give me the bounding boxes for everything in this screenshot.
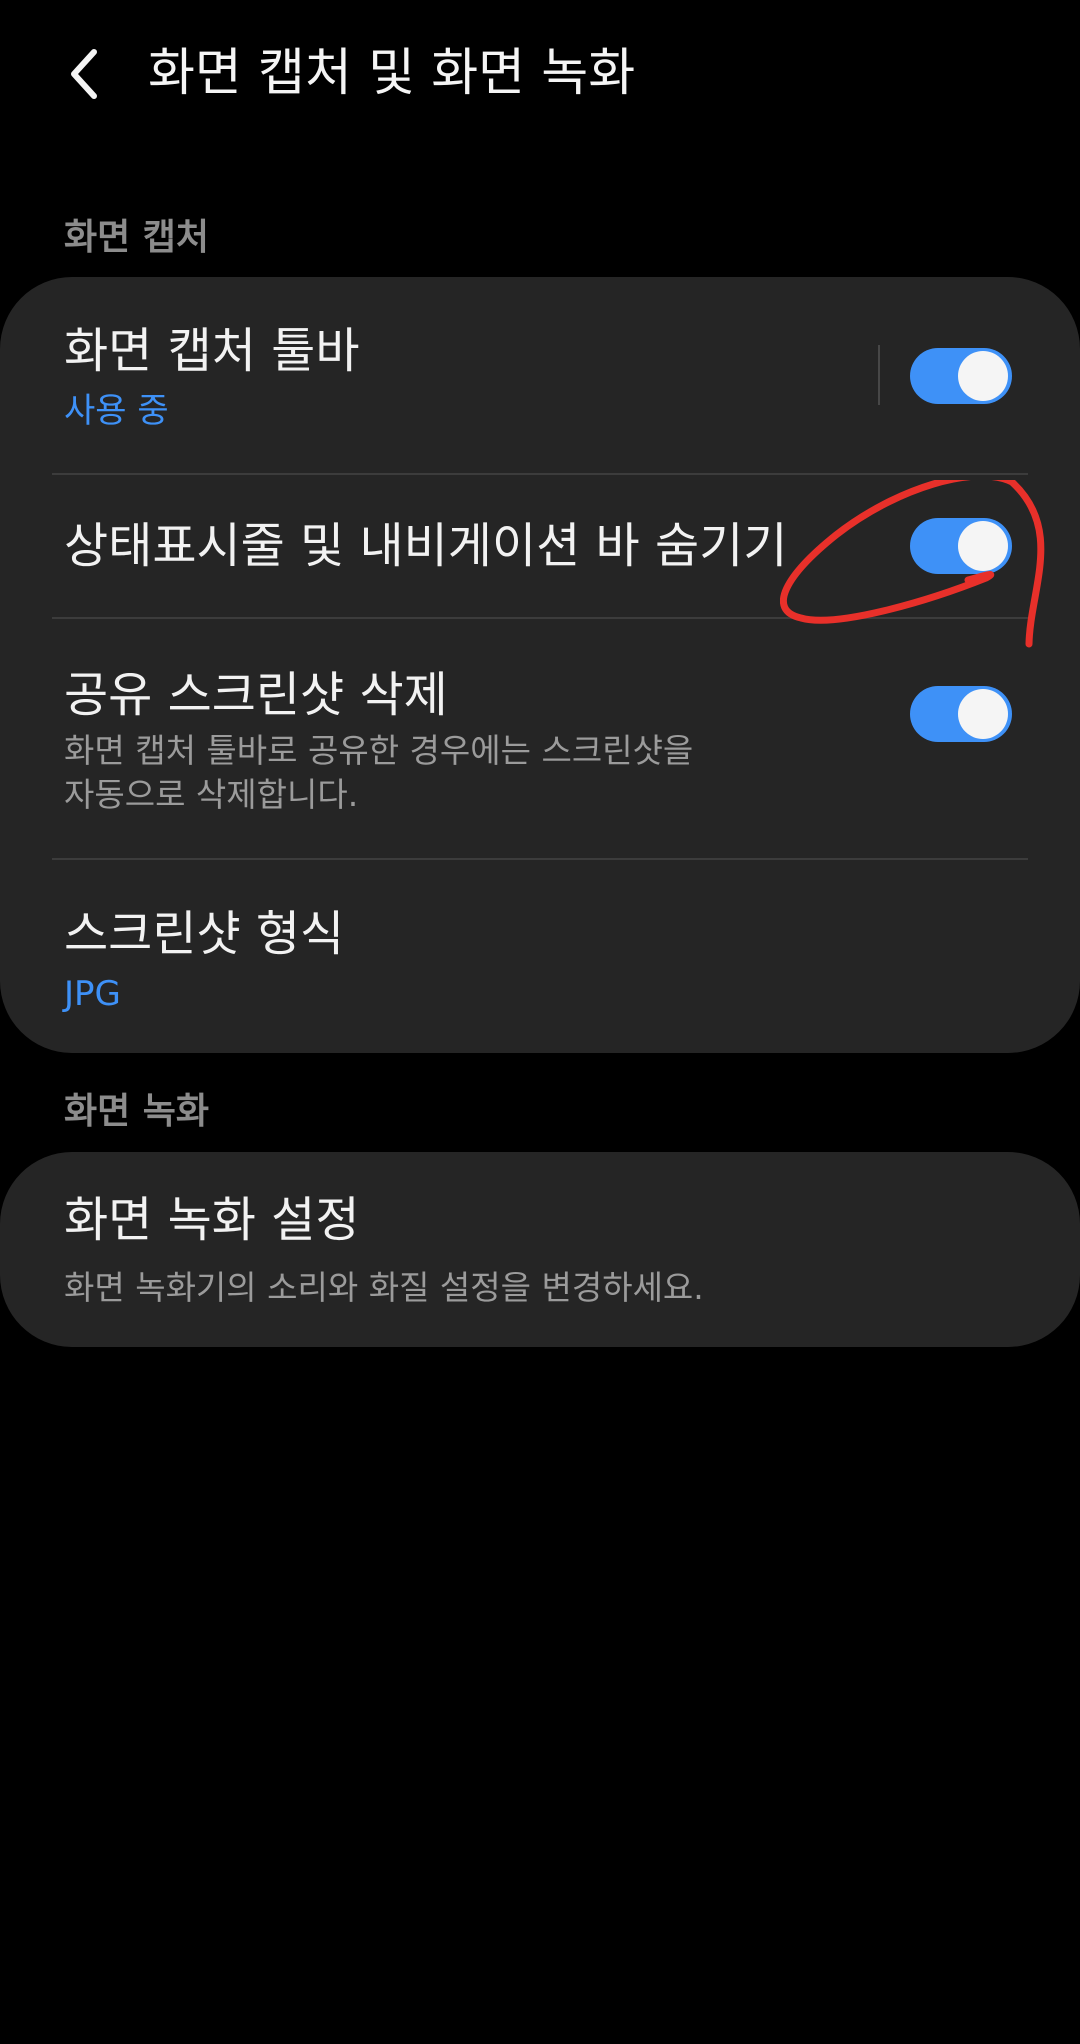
setting-description: 화면 캡처 툴바로 공유한 경우에는 스크린샷을 자동으로 삭제합니다. bbox=[64, 729, 804, 817]
setting-title: 스크린샷 형식 bbox=[64, 906, 345, 962]
back-button[interactable] bbox=[48, 38, 120, 110]
setting-title: 상태표시줄 및 내비게이션 바 숨기기 bbox=[64, 518, 788, 574]
capture-toolbar-toggle[interactable] bbox=[910, 348, 1012, 404]
setting-description-line: 화면 캡처 툴바로 공유한 경우에는 스크린샷을 bbox=[64, 731, 694, 770]
setting-status: 사용 중 bbox=[64, 391, 169, 431]
section-header-capture: 화면 캡처 bbox=[64, 217, 210, 258]
capture-settings-card: 화면 캡처 툴바 사용 중 상태표시줄 및 내비게이션 바 숨기기 공유 스크린… bbox=[0, 277, 1080, 1053]
app-bar: 화면 캡처 및 화면 녹화 bbox=[0, 0, 1080, 150]
setting-row-capture-toolbar[interactable]: 화면 캡처 툴바 사용 중 bbox=[0, 277, 1080, 475]
setting-description: 화면 녹화기의 소리와 화질 설정을 변경하세요. bbox=[64, 1268, 704, 1307]
section-header-recording: 화면 녹화 bbox=[64, 1091, 210, 1132]
vertical-divider bbox=[878, 345, 880, 405]
setting-title: 화면 녹화 설정 bbox=[64, 1192, 360, 1248]
recording-settings-card: 화면 녹화 설정 화면 녹화기의 소리와 화질 설정을 변경하세요. bbox=[0, 1152, 1080, 1347]
toggle-knob bbox=[958, 689, 1008, 739]
toggle-knob bbox=[958, 351, 1008, 401]
setting-row-screenshot-format[interactable]: 스크린샷 형식 JPG bbox=[0, 860, 1080, 1053]
setting-row-delete-shared[interactable]: 공유 스크린샷 삭제 화면 캡처 툴바로 공유한 경우에는 스크린샷을 자동으로… bbox=[0, 619, 1080, 859]
setting-title: 화면 캡처 툴바 bbox=[64, 323, 360, 379]
annotation-circle bbox=[780, 480, 1045, 648]
chevron-left-icon bbox=[71, 49, 97, 99]
setting-row-recording-settings[interactable]: 화면 녹화 설정 화면 녹화기의 소리와 화질 설정을 변경하세요. bbox=[0, 1152, 1080, 1347]
delete-shared-toggle[interactable] bbox=[910, 686, 1012, 742]
page-title: 화면 캡처 및 화면 녹화 bbox=[148, 44, 636, 103]
setting-value: JPG bbox=[64, 974, 121, 1014]
setting-description-line: 자동으로 삭제합니다. bbox=[64, 775, 359, 814]
setting-title: 공유 스크린샷 삭제 bbox=[64, 667, 448, 723]
